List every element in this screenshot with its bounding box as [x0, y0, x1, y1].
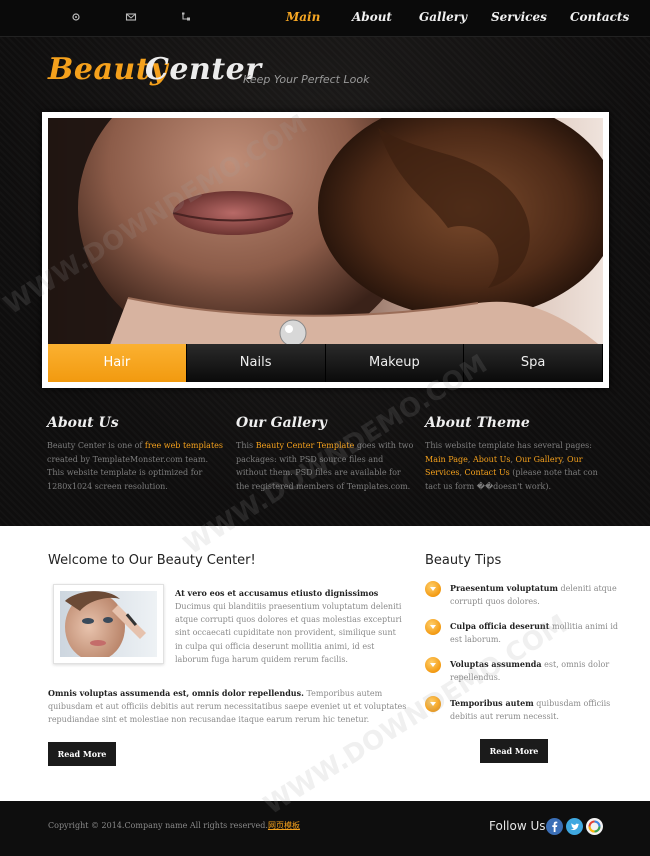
beauty-tips-title: Beauty Tips — [425, 553, 502, 568]
main-page-link[interactable]: Main Page — [425, 455, 468, 464]
thumbnail-image — [60, 591, 157, 657]
about-theme-column: About Theme This website template has se… — [425, 415, 605, 493]
copyright-text: Copyright © 2014.Company name All rights… — [48, 821, 268, 830]
mail-icon[interactable] — [125, 11, 139, 25]
welcome-thumbnail[interactable] — [53, 584, 164, 664]
about-us-title: About Us — [47, 415, 119, 431]
tip-text: Temporibus autem quibusdam officiis debi… — [450, 697, 620, 723]
welcome-read-more-button[interactable]: Read More — [48, 742, 116, 766]
twitter-icon[interactable] — [566, 818, 583, 835]
nav-about[interactable]: About — [352, 10, 392, 24]
slider-tabs: Hair Nails Makeup Spa — [48, 344, 603, 382]
image-slider: Hair Nails Makeup Spa — [42, 112, 609, 388]
tip-bullet-icon — [425, 619, 441, 635]
copyright: Copyright © 2014.Company name All rights… — [48, 820, 300, 831]
tip-text: Voluptas assumenda est, omnis dolor repe… — [450, 658, 620, 684]
facebook-icon[interactable] — [546, 818, 563, 835]
about-us-text-part: created by TemplateMonster.com team. Thi… — [47, 454, 209, 491]
welcome-paragraph: Omnis voluptas assumenda est, omnis dolo… — [48, 687, 413, 727]
free-web-templates-link[interactable]: free web templates — [145, 441, 223, 450]
contact-us-link[interactable]: Contact Us — [465, 468, 510, 477]
home-icon[interactable] — [70, 11, 84, 25]
logo-slogan: Keep Your Perfect Look — [243, 73, 370, 86]
tip-bullet-icon — [425, 696, 441, 712]
follow-us-label: Follow Us: — [489, 819, 550, 833]
cn-template-link[interactable]: 网页模板 — [268, 821, 300, 830]
about-theme-text-part: This website template has several pages: — [425, 441, 592, 450]
tips-read-more-button[interactable]: Read More — [480, 739, 548, 763]
nav-services[interactable]: Services — [491, 10, 547, 24]
about-us-text: Beauty Center is one of free web templat… — [47, 439, 227, 493]
footer: Copyright © 2014.Company name All rights… — [0, 801, 650, 856]
our-gallery-text-part: This — [236, 441, 256, 450]
tip-bold: Praesentum voluptatum — [450, 583, 558, 593]
our-gallery-title: Our Gallery — [236, 415, 327, 431]
tab-makeup[interactable]: Makeup — [325, 344, 465, 382]
about-us-column: About Us Beauty Center is one of free we… — [47, 415, 227, 493]
tab-hair[interactable]: Hair — [48, 344, 187, 382]
header-area: Main About Gallery Services Contacts Bea… — [0, 0, 650, 526]
tip-text: Praesentum voluptatum deleniti atque cor… — [450, 582, 620, 608]
tip-bold: Culpa officia deserunt — [450, 621, 550, 631]
intro-heading: At vero eos et accusamus etiusto digniss… — [175, 588, 379, 598]
tip-bold: Voluptas assumenda — [450, 659, 542, 669]
beauty-center-template-link[interactable]: Beauty Center Template — [256, 441, 355, 450]
nav-contacts[interactable]: Contacts — [570, 10, 629, 24]
about-theme-text: This website template has several pages:… — [425, 439, 605, 493]
tip-bold: Temporibus autem — [450, 698, 534, 708]
welcome-paragraph-bold: Omnis voluptas assumenda est, omnis dolo… — [48, 688, 304, 698]
about-us-link[interactable]: About Us — [473, 455, 510, 464]
sitemap-icon[interactable] — [180, 11, 194, 25]
tip-bullet-icon — [425, 581, 441, 597]
slider-photo — [48, 118, 603, 350]
nav-main[interactable]: Main — [286, 10, 320, 24]
tab-spa[interactable]: Spa — [464, 344, 603, 382]
welcome-title: Welcome to Our Beauty Center! — [48, 553, 256, 568]
our-gallery-text: This Beauty Center Template goes with tw… — [236, 439, 416, 493]
google-icon[interactable] — [586, 818, 603, 835]
nav-gallery[interactable]: Gallery — [419, 10, 467, 24]
tip-bullet-icon — [425, 657, 441, 673]
intro-text: Ducimus qui blanditiis praesentium volup… — [175, 602, 402, 664]
about-us-text-part: Beauty Center is one of — [47, 441, 145, 450]
top-navbar: Main About Gallery Services Contacts — [0, 0, 650, 37]
our-gallery-link[interactable]: Our Gallery — [516, 455, 562, 464]
our-gallery-column: Our Gallery This Beauty Center Template … — [236, 415, 416, 493]
about-theme-title: About Theme — [425, 415, 530, 431]
tip-text: Culpa officia deserunt mollitia animi id… — [450, 620, 620, 646]
tab-nails[interactable]: Nails — [186, 344, 326, 382]
